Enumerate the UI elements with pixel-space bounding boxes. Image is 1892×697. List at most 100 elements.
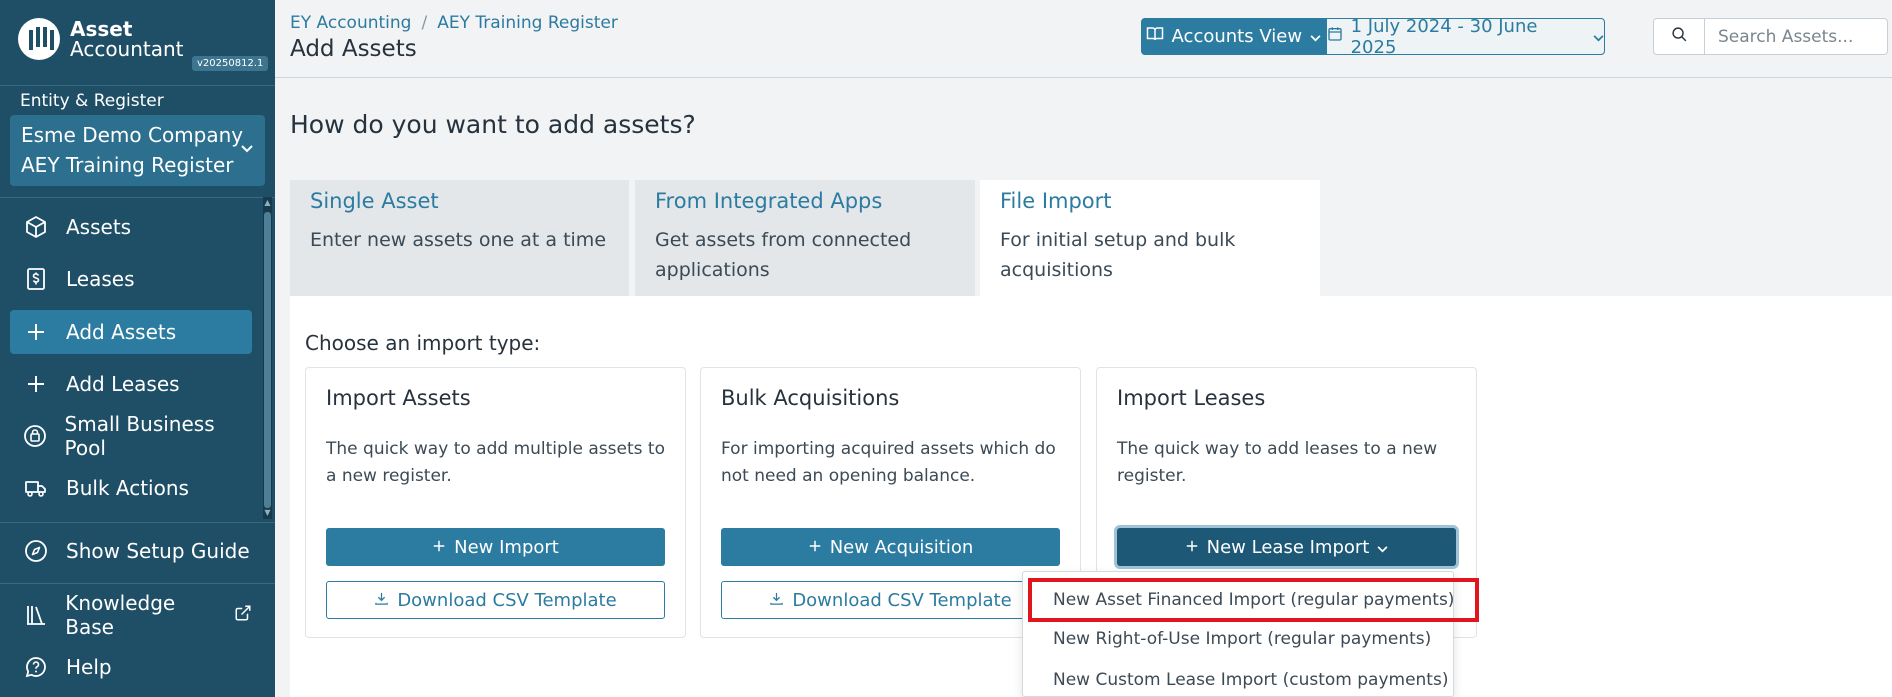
accounts-view-label: Accounts View <box>1171 26 1303 47</box>
tab-file-import[interactable]: File Import For initial setup and bulk a… <box>980 180 1320 296</box>
sidebar-item-help[interactable]: Help <box>10 645 252 689</box>
tab-title: From Integrated Apps <box>655 189 883 213</box>
plus-icon <box>22 318 50 346</box>
button-label: New Import <box>454 536 559 558</box>
breadcrumb-separator: / <box>421 13 428 33</box>
plus-icon <box>1185 537 1199 558</box>
version-badge: v20250812.1 <box>192 56 269 71</box>
chevron-down-icon <box>1310 26 1321 47</box>
register-name: AEY Training Register <box>21 153 234 177</box>
search-bar <box>1653 18 1888 55</box>
page-question: How do you want to add assets? <box>290 110 696 139</box>
plus-icon <box>432 537 446 558</box>
search-input[interactable] <box>1705 18 1888 55</box>
logo-icon <box>18 18 60 60</box>
books-icon <box>22 601 49 629</box>
sidebar-item-label: Leases <box>66 267 135 291</box>
sidebar-item-label: Small Business Pool <box>64 412 215 460</box>
tab-integrated-apps[interactable]: From Integrated Apps Get assets from con… <box>635 180 975 296</box>
app-logo[interactable]: Asset Accountant v20250812.1 <box>18 16 269 76</box>
sidebar-item-add-assets[interactable]: Add Assets <box>10 310 252 354</box>
new-import-button[interactable]: New Import <box>326 528 665 566</box>
breadcrumb-root-link[interactable]: EY Accounting <box>290 13 411 33</box>
pool-icon <box>22 422 49 450</box>
tab-title: File Import <box>1000 189 1112 213</box>
card-title: Bulk Acquisitions <box>721 386 900 410</box>
entity-register-selector[interactable]: Esme Demo Company AEY Training Register <box>10 115 265 186</box>
card-import-assets: Import Assets The quick way to add multi… <box>305 367 686 638</box>
menu-item-custom-lease-import[interactable]: New Custom Lease Import (custom payments… <box>1023 660 1455 697</box>
card-description: For importing acquired assets which do n… <box>721 439 1056 486</box>
card-title: Import Assets <box>326 386 471 410</box>
breadcrumb: EY Accounting / AEY Training Register <box>290 13 618 33</box>
button-label: New Lease Import <box>1206 536 1370 558</box>
sidebar: Asset Accountant v20250812.1 Entity & Re… <box>0 0 275 697</box>
sidebar-scrollbar-thumb[interactable] <box>264 212 271 508</box>
sidebar-item-label: Knowledge Base <box>65 591 176 639</box>
sidebar-item-label: Assets <box>66 215 132 239</box>
calendar-icon <box>1327 26 1343 47</box>
cube-icon <box>22 213 50 241</box>
download-csv-template-button[interactable]: Download CSV Template <box>721 581 1060 619</box>
date-range-button[interactable]: 1 July 2024 - 30 June 2025 <box>1325 15 1605 58</box>
new-lease-import-button[interactable]: New Lease Import <box>1117 528 1456 566</box>
date-range-label: 1 July 2024 - 30 June 2025 <box>1350 15 1538 58</box>
sidebar-item-bulk-actions[interactable]: Bulk Actions <box>10 466 252 510</box>
search-icon <box>1671 26 1688 47</box>
truck-icon <box>22 474 50 502</box>
button-label: New Acquisition <box>829 536 974 558</box>
sidebar-item-knowledge-base[interactable]: Knowledge Base <box>10 591 252 639</box>
search-button[interactable] <box>1653 18 1705 55</box>
import-type-heading: Choose an import type: <box>305 331 541 355</box>
sidebar-item-label: Show Setup Guide <box>66 539 250 563</box>
entity-name: Esme Demo Company <box>21 123 244 147</box>
download-icon <box>769 590 784 611</box>
card-title: Import Leases <box>1117 386 1266 410</box>
scroll-down-icon[interactable]: ▼ <box>263 508 272 517</box>
top-header: EY Accounting / AEY Training Register Add … <box>275 0 1892 78</box>
lease-import-dropdown: New Asset Financed Import (regular payme… <box>1022 571 1479 697</box>
card-description: The quick way to add leases to a new reg… <box>1117 439 1438 486</box>
page-title: Add Assets <box>290 36 417 62</box>
plus-icon <box>808 537 822 558</box>
sidebar-item-label: Bulk Actions <box>66 476 189 500</box>
logo-line2: Accountant <box>70 37 184 61</box>
download-csv-template-button[interactable]: Download CSV Template <box>326 581 665 619</box>
external-link-icon <box>234 603 252 627</box>
card-description: The quick way to add multiple assets to … <box>326 439 665 486</box>
tab-description: Get assets from connected applications <box>655 229 912 281</box>
new-acquisition-button[interactable]: New Acquisition <box>721 528 1060 566</box>
tab-single-asset[interactable]: Single Asset Enter new assets one at a t… <box>290 180 629 296</box>
menu-item-asset-financed-import[interactable]: New Asset Financed Import (regular payme… <box>1028 578 1479 622</box>
button-label: Download CSV Template <box>792 589 1012 611</box>
sidebar-item-setup-guide[interactable]: Show Setup Guide <box>10 529 252 573</box>
scroll-up-icon[interactable]: ▲ <box>263 198 272 207</box>
view-controls: Accounts View 1 July 2024 - 30 June 2025 <box>1141 15 1605 58</box>
lease-document-icon <box>22 265 50 293</box>
sidebar-item-label: Add Leases <box>66 372 180 396</box>
sidebar-item-leases[interactable]: Leases <box>10 257 252 301</box>
button-label: Download CSV Template <box>397 589 617 611</box>
sidebar-item-label: Add Assets <box>66 320 177 344</box>
tab-description: For initial setup and bulk acquisitions <box>1000 229 1236 281</box>
help-chat-icon <box>22 653 50 681</box>
breadcrumb-register-link[interactable]: AEY Training Register <box>437 13 618 33</box>
sidebar-item-assets[interactable]: Assets <box>10 205 252 249</box>
sidebar-item-add-leases[interactable]: Add Leases <box>10 362 252 406</box>
sidebar-divider <box>0 197 275 198</box>
chevron-down-icon <box>1593 26 1604 47</box>
entity-label: Entity & Register <box>20 91 164 111</box>
sidebar-divider <box>0 85 275 86</box>
sidebar-item-small-business-pool[interactable]: Small Business Pool <box>10 412 252 460</box>
chevron-down-icon <box>241 141 253 157</box>
compass-icon <box>22 537 50 565</box>
chevron-down-icon <box>1377 537 1388 558</box>
menu-item-right-of-use-import[interactable]: New Right-of-Use Import (regular payment… <box>1023 619 1455 659</box>
sidebar-divider <box>0 522 275 523</box>
accounts-view-button[interactable]: Accounts View <box>1141 18 1326 55</box>
sidebar-divider <box>0 583 275 584</box>
download-icon <box>374 590 389 611</box>
sidebar-item-label: Help <box>66 655 112 679</box>
plus-icon <box>22 370 50 398</box>
tab-title: Single Asset <box>310 189 439 213</box>
